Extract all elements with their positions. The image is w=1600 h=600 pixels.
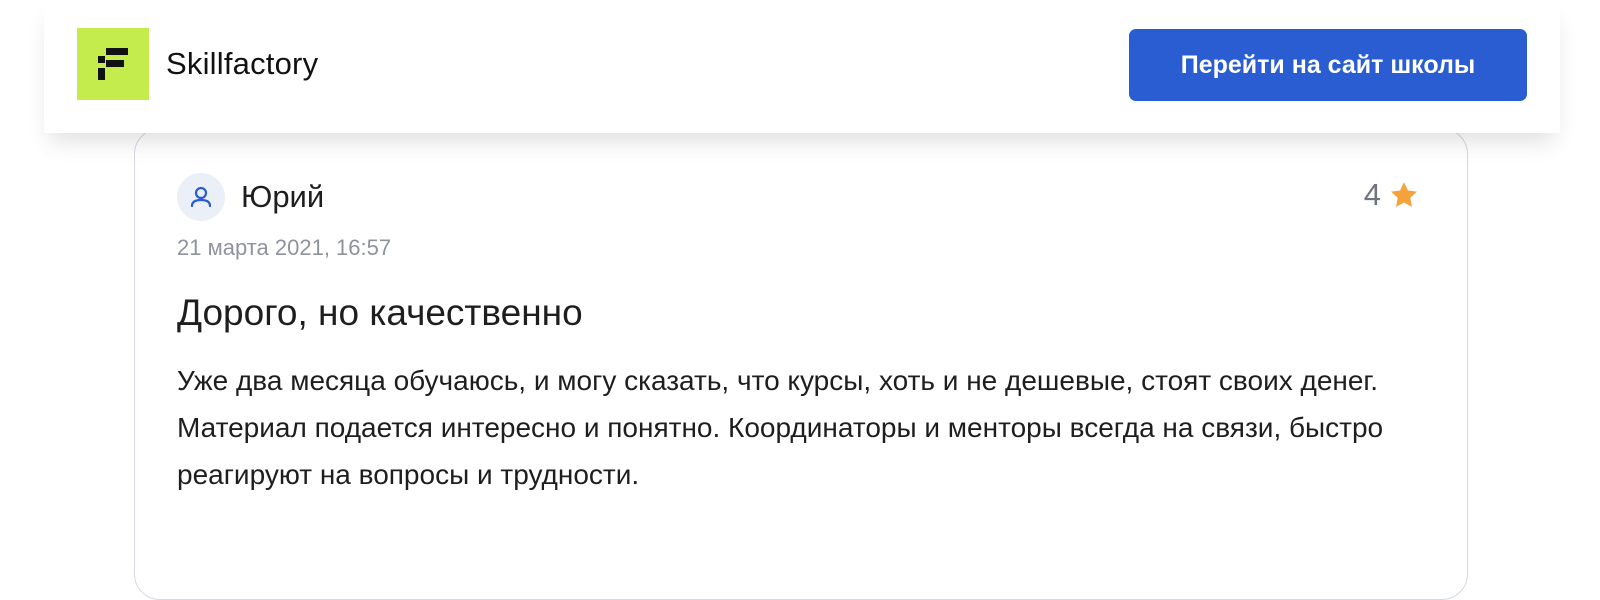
go-to-school-site-button[interactable]: Перейти на сайт школы bbox=[1129, 29, 1527, 101]
logo-text: Skillfactory bbox=[166, 46, 319, 81]
review-title: Дорого, но качественно bbox=[177, 292, 583, 333]
review-rating: 4 bbox=[1364, 177, 1419, 213]
review-author: Юрий bbox=[241, 179, 325, 214]
user-icon bbox=[190, 186, 212, 208]
review-body: Уже два месяца обучаюсь, и могу сказать,… bbox=[177, 365, 1384, 490]
review-card: Юрий 21 марта 2021, 16:57 4 Дорого, но к… bbox=[134, 128, 1468, 600]
review-date: 21 марта 2021, 16:57 bbox=[177, 235, 392, 260]
star-icon bbox=[1391, 182, 1417, 207]
site-header: Skillfactory Перейти на сайт школы bbox=[44, 0, 1560, 133]
skillfactory-logo-icon bbox=[77, 28, 149, 100]
logo-link[interactable]: Skillfactory bbox=[77, 28, 318, 100]
rating-value: 4 bbox=[1363, 177, 1381, 212]
avatar bbox=[177, 173, 225, 221]
